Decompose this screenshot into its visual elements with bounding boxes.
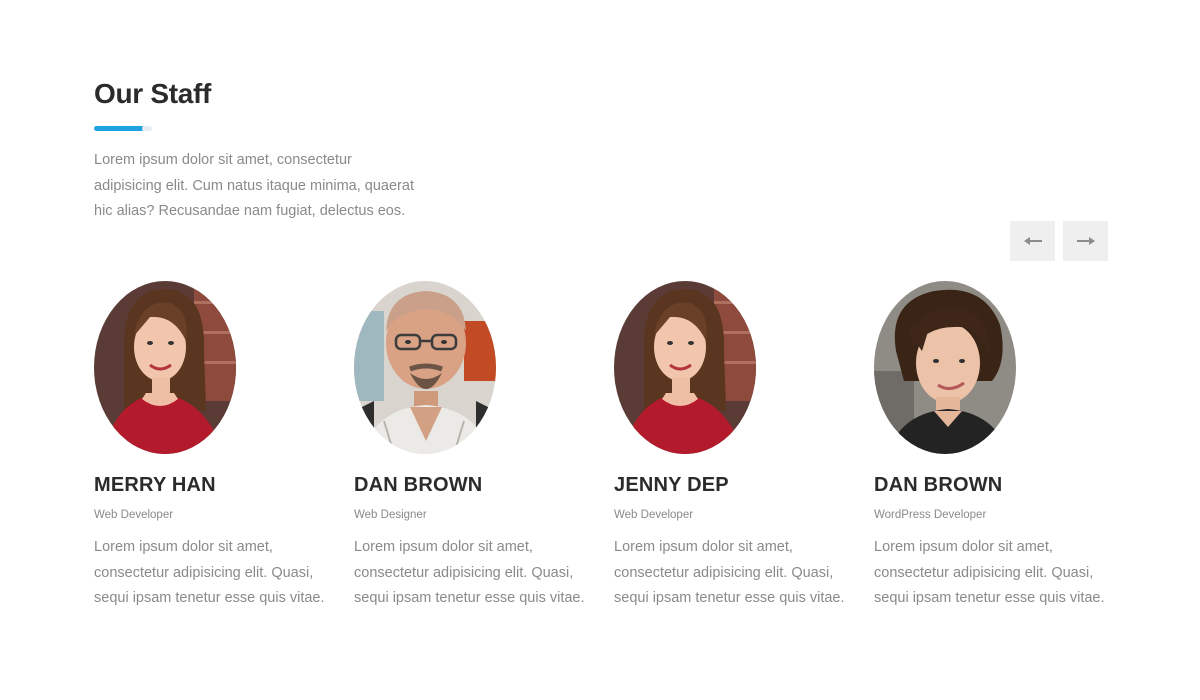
section-title: Our Staff xyxy=(94,78,212,109)
staff-name[interactable]: DAN BROWN xyxy=(354,473,604,497)
staff-photo[interactable] xyxy=(94,281,236,454)
staff-role: WordPress Developer xyxy=(874,509,987,521)
staff-section: Our Staff Lorem ipsum dolor sit amet, co… xyxy=(0,0,1200,700)
arrow-right-icon xyxy=(1076,235,1096,247)
staff-photo[interactable] xyxy=(614,281,756,454)
staff-photo[interactable] xyxy=(354,281,496,454)
staff-name[interactable]: MERRY HAN xyxy=(94,473,344,497)
staff-role: Web Developer xyxy=(614,509,694,521)
arrow-left-icon xyxy=(1023,235,1043,247)
staff-card: MERRY HAN Web Developer Lorem ipsum dolo… xyxy=(94,281,344,612)
title-underline xyxy=(94,126,152,131)
staff-bio: Lorem ipsum dolor sit amet, consectetur … xyxy=(354,539,585,606)
title-underline-tail xyxy=(142,126,152,131)
staff-bio: Lorem ipsum dolor sit amet, consectetur … xyxy=(874,539,1105,606)
staff-card: DAN BROWN WordPress Developer Lorem ipsu… xyxy=(874,281,1124,612)
staff-name[interactable]: JENNY DEP xyxy=(614,473,864,497)
staff-role: Web Developer xyxy=(94,509,174,521)
staff-photo[interactable] xyxy=(874,281,1016,454)
staff-card: JENNY DEP Web Developer Lorem ipsum dolo… xyxy=(614,281,864,612)
staff-card: DAN BROWN Web Designer Lorem ipsum dolor… xyxy=(354,281,604,612)
staff-bio: Lorem ipsum dolor sit amet, consectetur … xyxy=(94,539,325,606)
section-intro: Lorem ipsum dolor sit amet, consectetur … xyxy=(94,152,414,219)
staff-role: Web Designer xyxy=(354,509,427,521)
staff-name[interactable]: DAN BROWN xyxy=(874,473,1124,497)
carousel-prev-button[interactable] xyxy=(1010,221,1055,261)
staff-bio: Lorem ipsum dolor sit amet, consectetur … xyxy=(614,539,845,606)
title-underline-accent xyxy=(94,126,144,131)
carousel-next-button[interactable] xyxy=(1063,221,1108,261)
